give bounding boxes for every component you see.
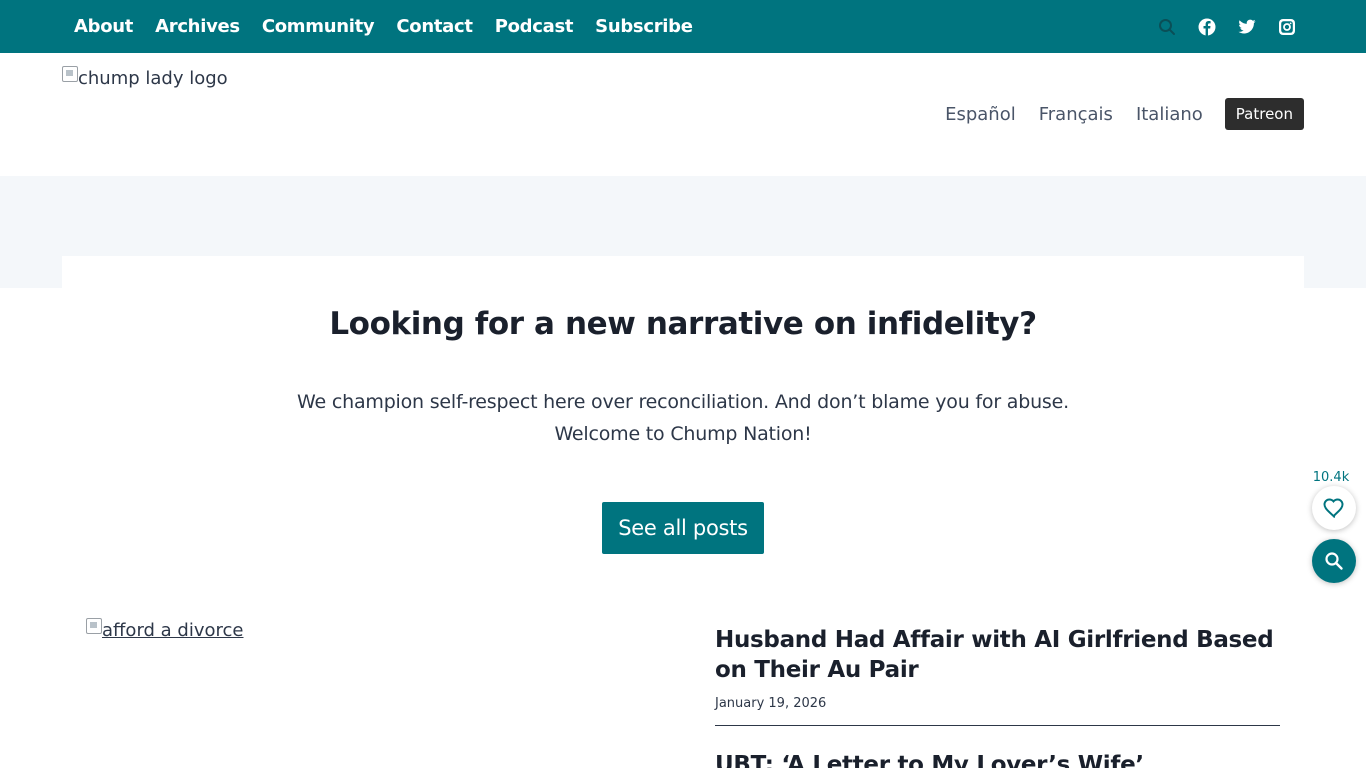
magnifier-icon <box>1325 552 1343 570</box>
post-divider <box>715 725 1280 726</box>
like-count: 10.4k <box>1312 470 1350 485</box>
twitter-icon[interactable] <box>1238 18 1256 36</box>
nav-about[interactable]: About <box>63 16 144 37</box>
instagram-icon[interactable] <box>1278 18 1296 36</box>
floating-search-button[interactable] <box>1312 539 1356 583</box>
search-icon[interactable] <box>1158 18 1176 36</box>
hero-line-2: Welcome to Chump Nation! <box>554 423 812 445</box>
nav-archives[interactable]: Archives <box>144 16 251 37</box>
next-post-title[interactable]: UBT: ‘A Letter to My Lover’s Wife’ <box>715 750 1280 768</box>
featured-post-title[interactable]: Husband Had Affair with AI Girlfriend Ba… <box>715 625 1280 685</box>
nav-podcast[interactable]: Podcast <box>484 16 584 37</box>
lang-francais[interactable]: Français <box>1039 104 1113 125</box>
patreon-button[interactable]: Patreon <box>1224 98 1304 130</box>
nav-subscribe[interactable]: Subscribe <box>584 16 704 37</box>
lang-espanol[interactable]: Español <box>945 104 1016 125</box>
lang-italiano[interactable]: Italiano <box>1136 104 1203 125</box>
hero-line-1: We champion self-respect here over recon… <box>297 391 1069 413</box>
social-icons <box>1158 0 1296 53</box>
nav-contact[interactable]: Contact <box>385 16 483 37</box>
language-nav: Español Français Italiano Patreon <box>922 98 1304 130</box>
see-all-posts-button[interactable]: See all posts <box>602 502 764 554</box>
site-header: chump lady logo Español Français Italian… <box>0 53 1366 176</box>
facebook-icon[interactable] <box>1198 18 1216 36</box>
featured-image-alt-text: afford a divorce <box>102 620 244 641</box>
top-bar: About Archives Community Contact Podcast… <box>0 0 1366 53</box>
broken-image-icon <box>62 66 78 82</box>
hero-description: We champion self-respect here over recon… <box>0 386 1366 450</box>
hero-title: Looking for a new narrative on infidelit… <box>329 306 1037 342</box>
site-logo[interactable]: chump lady logo <box>62 66 228 89</box>
like-button[interactable] <box>1312 486 1356 530</box>
broken-image-icon <box>86 618 102 634</box>
top-nav: About Archives Community Contact Podcast… <box>63 0 704 53</box>
nav-community[interactable]: Community <box>251 16 386 37</box>
featured-post-image[interactable]: afford a divorce <box>86 618 244 641</box>
featured-post-date: January 19, 2026 <box>715 696 827 711</box>
logo-alt-text: chump lady logo <box>78 68 228 89</box>
heart-icon <box>1323 498 1344 518</box>
